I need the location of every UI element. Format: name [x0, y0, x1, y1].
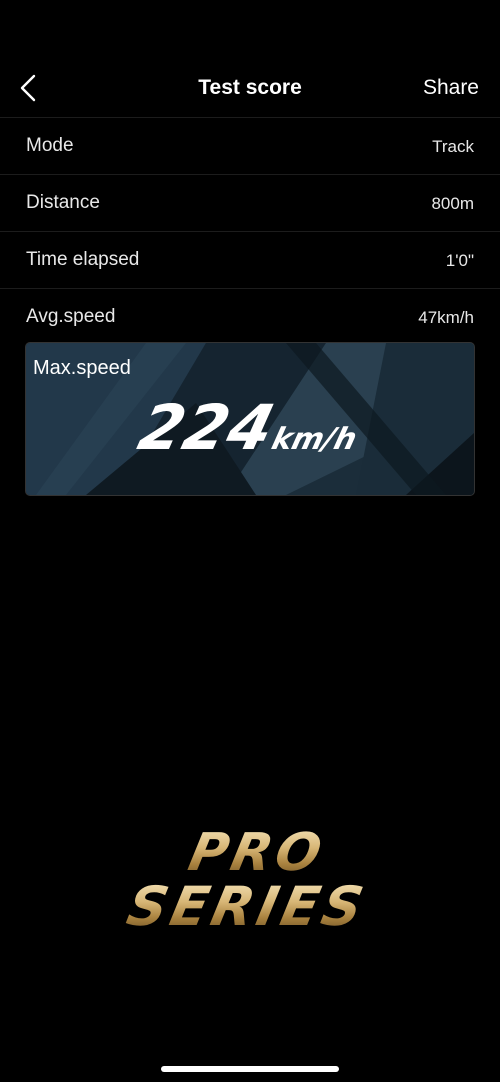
stat-label: Avg.speed	[26, 306, 116, 327]
stats-list: Mode Track Distance 800m Time elapsed 1'…	[0, 117, 500, 345]
back-button[interactable]	[14, 72, 46, 104]
stat-row-time-elapsed: Time elapsed 1'0"	[0, 231, 500, 288]
max-speed-unit: km/h	[268, 422, 361, 457]
max-speed-readout: 224km/h	[26, 391, 474, 464]
stat-row-distance: Distance 800m	[0, 174, 500, 231]
stat-label: Time elapsed	[26, 249, 140, 270]
max-speed-label: Max.speed	[33, 357, 131, 379]
share-button[interactable]: Share	[423, 76, 479, 100]
stat-label: Mode	[26, 135, 74, 156]
chevron-left-icon	[20, 74, 36, 102]
pro-series-logo: PRO SERIES	[0, 823, 500, 938]
stat-row-avg-speed: Avg.speed 47km/h	[0, 288, 500, 345]
stat-row-mode: Mode Track	[0, 117, 500, 174]
navigation-bar: Test score Share	[0, 60, 500, 116]
stat-value: 1'0"	[445, 251, 474, 270]
logo-line-series: SERIES	[0, 875, 500, 938]
stat-value: 47km/h	[418, 308, 474, 327]
home-indicator[interactable]	[161, 1066, 339, 1072]
stat-label: Distance	[26, 192, 100, 213]
logo-line-pro: PRO	[8, 823, 500, 883]
stat-value: Track	[432, 137, 474, 156]
max-speed-card: Max.speed 224km/h	[25, 342, 475, 496]
max-speed-value: 224	[131, 391, 283, 464]
stat-value: 800m	[431, 194, 474, 213]
